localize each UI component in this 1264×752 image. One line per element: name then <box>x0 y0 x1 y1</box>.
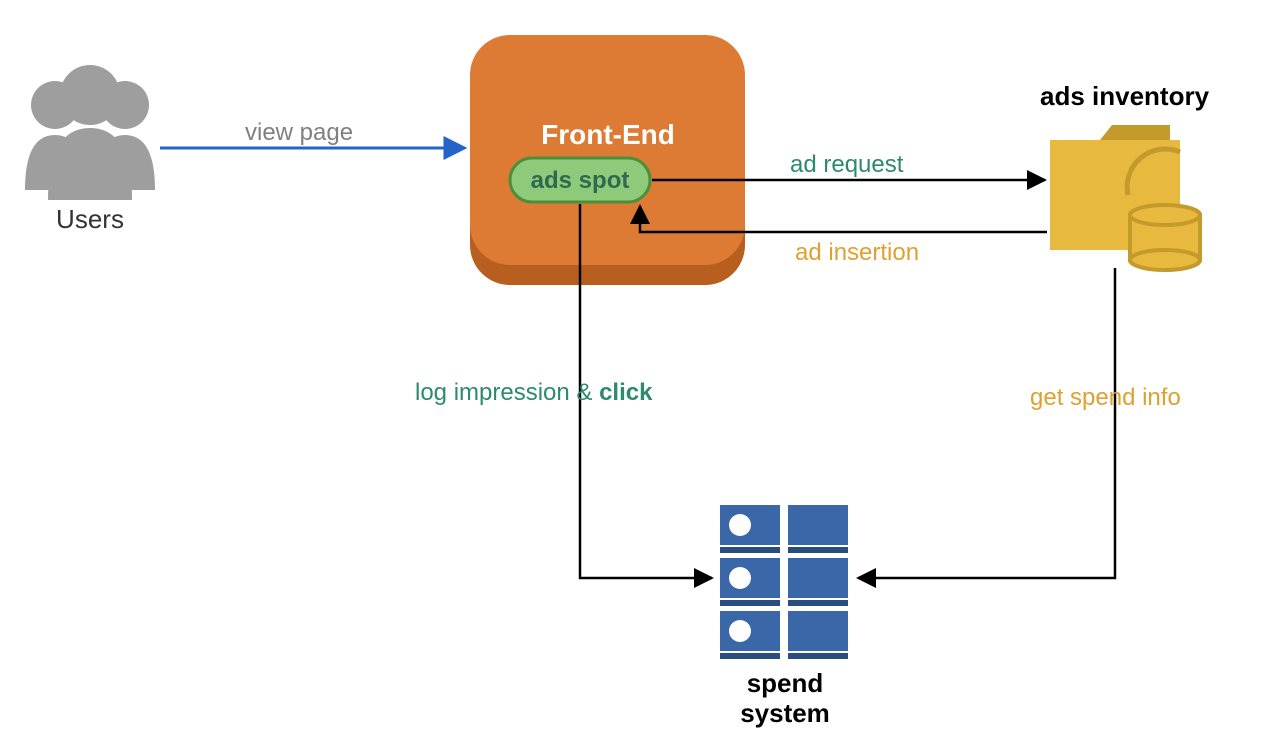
spend-system-label-1: spend <box>747 668 824 698</box>
ads-inventory-node: ads inventory <box>1040 81 1210 270</box>
edge-get-spend-info <box>858 268 1115 578</box>
edge-log-impression-label: log impression & click <box>415 379 653 406</box>
users-node: Users <box>25 65 155 234</box>
ads-inventory-icon <box>1050 125 1200 270</box>
spend-system-label-2: system <box>740 698 830 728</box>
spend-system-node: spend system <box>720 505 848 728</box>
edge-view-page-label: view page <box>245 119 353 146</box>
edge-get-spend-info-label: get spend info <box>1030 384 1181 411</box>
users-label: Users <box>56 204 124 234</box>
edge-ad-request-label: ad request <box>790 151 904 178</box>
edge-ad-insertion-label: ad insertion <box>795 239 919 266</box>
server-rack-icon <box>720 505 848 659</box>
architecture-diagram: Users Front-End ads spot ads inventory <box>0 0 1264 752</box>
ads-inventory-label: ads inventory <box>1040 81 1210 111</box>
ads-spot-label: ads spot <box>531 167 630 194</box>
frontend-title: Front-End <box>541 119 675 150</box>
frontend-node: Front-End ads spot <box>470 35 745 285</box>
users-icon <box>25 65 155 200</box>
